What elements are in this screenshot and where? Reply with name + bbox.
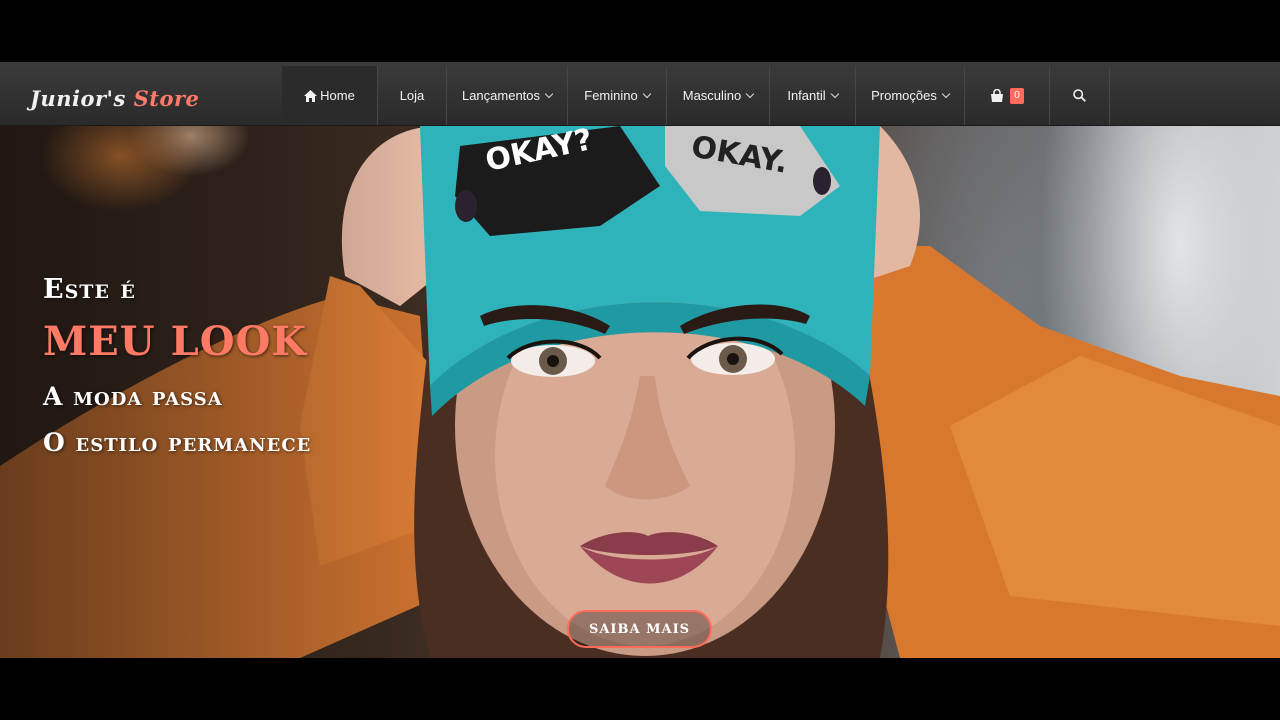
nav-item-infantil[interactable]: Infantil: [770, 66, 856, 125]
nav-item-promocoes[interactable]: Promoções: [856, 66, 965, 125]
nav-label-feminino: Feminino: [584, 88, 638, 103]
cart-count-badge: 0: [1010, 87, 1024, 104]
nav-item-masculino[interactable]: Masculino: [667, 66, 770, 125]
nav-item-home[interactable]: Home: [282, 66, 378, 125]
video-letterbox-top: [0, 0, 1280, 62]
nav-label-infantil: Infantil: [787, 88, 826, 103]
hero-headline: MEU LOOK: [43, 318, 308, 365]
nav-label-home: Home: [320, 88, 355, 103]
chevron-down-icon: [830, 89, 839, 99]
chevron-down-icon: [941, 89, 951, 99]
hero-banner: OKAY? OKAY. Este é MEU LOOK A moda passa…: [0, 126, 1280, 658]
hero-line-1: Este é: [43, 274, 136, 305]
main-navbar: Junior's Store Home Loja Lançamentos Fem…: [0, 62, 1280, 126]
nav-label-lancamentos: Lançamentos: [461, 88, 541, 103]
nav-item-loja[interactable]: Loja: [378, 66, 447, 125]
saiba-mais-button[interactable]: SAIBA MAIS: [567, 610, 712, 648]
nav-label-loja: Loja: [399, 88, 425, 103]
nav-label-masculino: Masculino: [682, 88, 742, 103]
nav-label-promocoes: Promoções: [871, 88, 937, 103]
cart-button[interactable]: 0: [965, 66, 1050, 125]
chevron-down-icon: [746, 89, 755, 99]
shopping-bag-icon: [991, 89, 1004, 102]
search-button[interactable]: [1050, 66, 1110, 125]
nav-menu: Home Loja Lançamentos Feminino Masculino…: [282, 66, 1110, 125]
logo-text-store: Store: [133, 86, 200, 111]
hero-line-4: O estilo permanece: [43, 428, 312, 457]
nav-item-lancamentos[interactable]: Lançamentos: [447, 66, 568, 125]
home-icon: [304, 89, 318, 102]
logo-text-juniors: Junior's: [30, 86, 126, 111]
chevron-down-icon: [544, 89, 554, 99]
nav-item-feminino[interactable]: Feminino: [568, 66, 667, 125]
search-icon: [1073, 89, 1086, 102]
chevron-down-icon: [642, 89, 651, 99]
hero-line-3: A moda passa: [43, 382, 223, 411]
video-letterbox-bottom: [0, 658, 1280, 720]
store-logo[interactable]: Junior's Store: [30, 86, 199, 111]
